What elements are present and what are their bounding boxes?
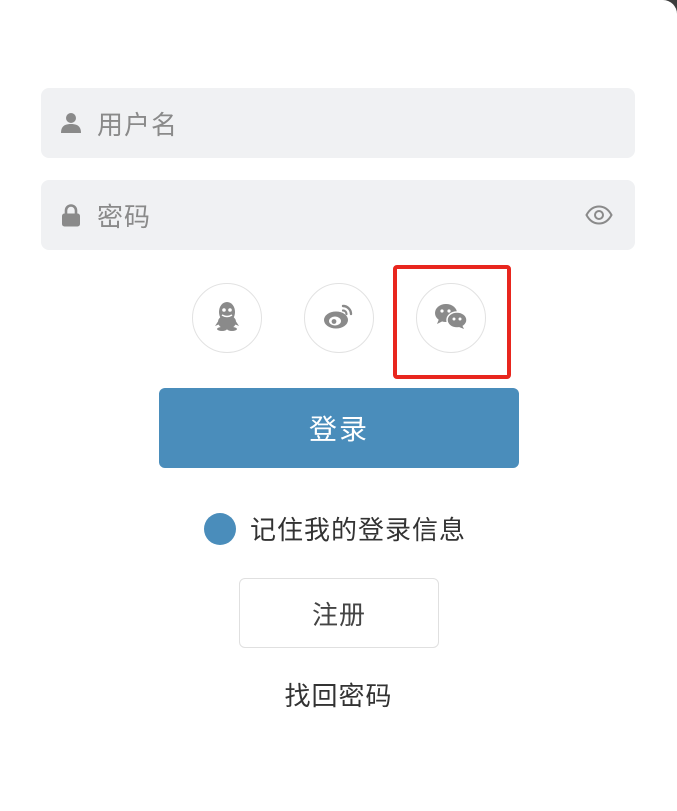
window-corner	[663, 0, 677, 14]
highlight-box	[393, 265, 511, 379]
username-placeholder: 用户名	[97, 110, 179, 141]
forgot-password-link[interactable]: 找回密码	[0, 676, 677, 713]
qq-login-button[interactable]	[192, 283, 262, 353]
qq-icon	[213, 301, 241, 335]
password-field[interactable]: 密码	[41, 180, 635, 250]
lock-icon	[59, 203, 83, 227]
user-icon	[59, 111, 83, 135]
login-button[interactable]: 登录	[159, 388, 519, 468]
register-button[interactable]: 注册	[239, 578, 439, 648]
username-field[interactable]: 用户名	[41, 88, 635, 158]
weibo-icon	[323, 302, 355, 334]
remember-label: 记住我的登录信息	[250, 516, 467, 546]
remember-me-option[interactable]: 记住我的登录信息	[204, 510, 466, 547]
eye-icon[interactable]	[585, 202, 613, 228]
weibo-login-button[interactable]	[304, 283, 374, 353]
login-page: 用户名 密码 登录 记住我的登录信息 注册 找回密码	[0, 0, 677, 811]
password-placeholder: 密码	[97, 202, 152, 233]
remember-radio[interactable]	[204, 512, 236, 545]
